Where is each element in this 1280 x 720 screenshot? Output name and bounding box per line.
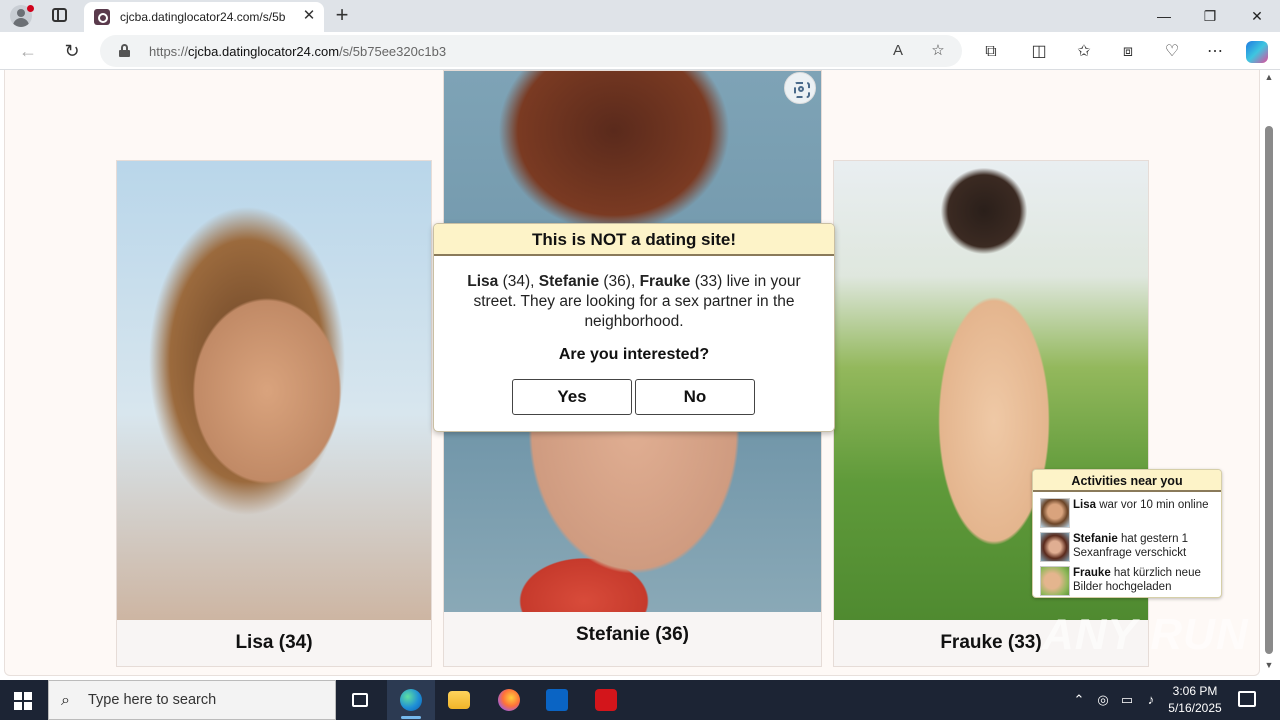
- collections-icon[interactable]: ⧈: [1117, 41, 1139, 63]
- chevron-up-icon[interactable]: ⌃: [1070, 691, 1088, 709]
- scroll-thumb[interactable]: [1265, 126, 1273, 654]
- page-scrollbar[interactable]: ▲ ▼: [1262, 70, 1276, 676]
- dialog-name: Frauke: [639, 273, 691, 290]
- activities-widget[interactable]: Activities near you Lisa war vor 10 min …: [1032, 469, 1222, 598]
- dialog-question: Are you interested?: [558, 346, 710, 363]
- activity-avatar[interactable]: [1040, 532, 1070, 562]
- extensions-icon[interactable]: ⧉: [980, 41, 1002, 63]
- web-page: Lisa (34) Stefanie (36) Frauke (33) This…: [0, 70, 1280, 680]
- meet-icon[interactable]: ◎: [1094, 691, 1112, 709]
- favorites-icon[interactable]: ✩: [1073, 41, 1095, 63]
- profile-notification-dot: [27, 5, 34, 12]
- dialog-title: This is NOT a dating site!: [434, 224, 834, 256]
- back-icon[interactable]: ←: [17, 40, 39, 62]
- windows-start-icon[interactable]: [14, 692, 32, 710]
- activity-avatar[interactable]: [1040, 498, 1070, 528]
- clock-date: 5/16/2025: [1168, 701, 1222, 715]
- tab-actions-icon[interactable]: [52, 8, 67, 22]
- firefox-icon[interactable]: [485, 680, 533, 720]
- refresh-icon[interactable]: ↻: [61, 40, 83, 62]
- site-favicon-icon: [94, 9, 110, 25]
- copilot-icon[interactable]: [1246, 41, 1268, 63]
- activities-title: Activities near you: [1033, 470, 1221, 492]
- dialog-message: Lisa (34), Stefanie (36), Frauke (33) li…: [467, 273, 801, 330]
- window-minimize-button[interactable]: —: [1141, 0, 1187, 32]
- read-aloud-icon[interactable]: A: [888, 41, 908, 61]
- clock-time: 3:06 PM: [1172, 684, 1218, 698]
- search-placeholder[interactable]: Type here to search: [88, 692, 216, 708]
- network-icon[interactable]: ▭: [1118, 691, 1136, 709]
- dialog-name: Stefanie: [538, 273, 600, 290]
- profile-name-label: Stefanie (36): [444, 612, 821, 666]
- file-explorer-icon[interactable]: [435, 680, 483, 720]
- tab-close-icon[interactable]: ✕: [300, 7, 318, 25]
- activity-item[interactable]: Stefanie hat gestern 1 Sexanfrage versch…: [1040, 532, 1220, 562]
- windows-taskbar: ⌕ Type here to search ⌃ ◎ ▭ ♪ 3:06 PM 5/…: [0, 680, 1280, 720]
- scroll-up-icon[interactable]: ▲: [1264, 72, 1274, 82]
- browser-tab[interactable]: cjcba.datinglocator24.com/s/5b ✕: [84, 2, 324, 32]
- split-screen-icon[interactable]: ◫: [1028, 41, 1050, 63]
- new-tab-icon[interactable]: +: [332, 4, 352, 26]
- taskbar-clock[interactable]: 3:06 PM 5/16/2025: [1162, 683, 1228, 717]
- more-icon[interactable]: ⋯: [1204, 41, 1226, 63]
- volume-icon[interactable]: ♪: [1142, 691, 1160, 709]
- profile-photo[interactable]: [117, 161, 431, 621]
- browser-tab-bar: cjcba.datinglocator24.com/s/5b ✕ + — ❐ ✕: [0, 0, 1280, 32]
- activity-item[interactable]: Frauke hat kürzlich neue Bilder hochgela…: [1040, 566, 1220, 596]
- url-text[interactable]: https://cjcba.datinglocator24.com/s/5b75…: [149, 44, 446, 59]
- acrobat-icon[interactable]: [582, 680, 630, 720]
- search-icon: ⌕: [61, 692, 70, 709]
- no-button[interactable]: No: [635, 379, 755, 415]
- profile-card-lisa[interactable]: Lisa (34): [116, 160, 432, 667]
- outlook-icon[interactable]: [533, 680, 581, 720]
- scroll-down-icon[interactable]: ▼: [1264, 660, 1274, 670]
- profile-name-label: Lisa (34): [117, 620, 431, 666]
- activity-avatar[interactable]: [1040, 566, 1070, 596]
- browser-essentials-icon[interactable]: ♡: [1161, 41, 1183, 63]
- dialog-buttons: Yes No: [512, 379, 756, 415]
- notification-icon[interactable]: [1238, 691, 1256, 707]
- dialog-name: Lisa: [467, 273, 499, 290]
- yes-button[interactable]: Yes: [512, 379, 632, 415]
- visual-search-icon[interactable]: [784, 72, 816, 104]
- activity-item[interactable]: Lisa war vor 10 min online: [1040, 498, 1220, 528]
- window-close-button[interactable]: ✕: [1234, 0, 1280, 32]
- favorite-star-icon[interactable]: ☆: [928, 41, 948, 61]
- address-toolbar: ← ↻ https://cjcba.datinglocator24.com/s/…: [0, 32, 1280, 70]
- lock-icon[interactable]: [119, 44, 130, 57]
- edge-icon[interactable]: [387, 680, 435, 720]
- task-view-icon[interactable]: [336, 680, 384, 720]
- address-bar[interactable]: https://cjcba.datinglocator24.com/s/5b75…: [100, 35, 962, 67]
- tab-title: cjcba.datinglocator24.com/s/5b: [120, 10, 286, 24]
- taskbar-search-box[interactable]: ⌕ Type here to search: [48, 680, 336, 720]
- interest-dialog: This is NOT a dating site! Lisa (34), St…: [433, 223, 835, 432]
- window-restore-button[interactable]: ❐: [1187, 0, 1233, 32]
- anyrun-watermark: ANY RUN: [1042, 610, 1249, 659]
